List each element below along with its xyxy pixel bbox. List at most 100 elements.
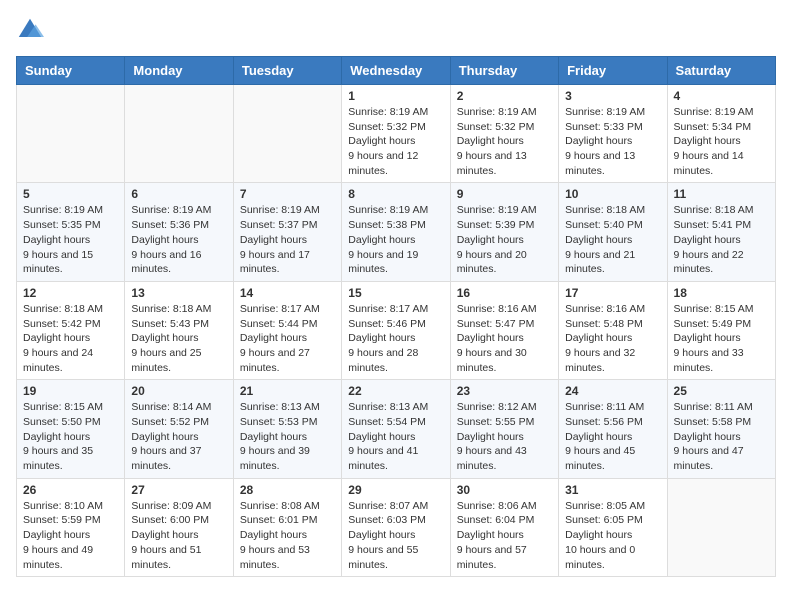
- day-cell: 6 Sunrise: 8:19 AMSunset: 5:36 PMDaylight…: [125, 183, 233, 281]
- logo-icon: [16, 16, 44, 44]
- week-row-4: 19 Sunrise: 8:15 AMSunset: 5:50 PMDayligh…: [17, 380, 776, 478]
- day-number: 18: [674, 286, 769, 300]
- logo: [16, 16, 48, 44]
- day-info: Sunrise: 8:19 AMSunset: 5:39 PMDaylight …: [457, 203, 552, 276]
- day-info: Sunrise: 8:17 AMSunset: 5:44 PMDaylight …: [240, 302, 335, 375]
- day-header-friday: Friday: [559, 57, 667, 85]
- day-info: Sunrise: 8:11 AMSunset: 5:58 PMDaylight …: [674, 400, 769, 473]
- day-info: Sunrise: 8:19 AMSunset: 5:32 PMDaylight …: [348, 105, 443, 178]
- day-header-monday: Monday: [125, 57, 233, 85]
- day-info: Sunrise: 8:09 AMSunset: 6:00 PMDaylight …: [131, 499, 226, 572]
- day-info: Sunrise: 8:15 AMSunset: 5:50 PMDaylight …: [23, 400, 118, 473]
- week-row-2: 5 Sunrise: 8:19 AMSunset: 5:35 PMDaylight…: [17, 183, 776, 281]
- day-number: 11: [674, 187, 769, 201]
- day-number: 22: [348, 384, 443, 398]
- day-number: 9: [457, 187, 552, 201]
- page-header: [16, 16, 776, 44]
- day-number: 15: [348, 286, 443, 300]
- day-info: Sunrise: 8:13 AMSunset: 5:53 PMDaylight …: [240, 400, 335, 473]
- day-info: Sunrise: 8:19 AMSunset: 5:34 PMDaylight …: [674, 105, 769, 178]
- day-cell: 20Sunrise: 8:14 AMSunset: 5:52 PMDayligh…: [125, 380, 233, 478]
- day-number: 24: [565, 384, 660, 398]
- day-cell: 27 Sunrise: 8:09 AMSunset: 6:00 PMDayligh…: [125, 478, 233, 576]
- day-info: Sunrise: 8:17 AMSunset: 5:46 PMDaylight …: [348, 302, 443, 375]
- day-number: 12: [23, 286, 118, 300]
- day-number: 31: [565, 483, 660, 497]
- day-number: 21: [240, 384, 335, 398]
- day-cell: 21 Sunrise: 8:13 AMSunset: 5:53 PMDayligh…: [233, 380, 341, 478]
- day-cell: 17 Sunrise: 8:16 AMSunset: 5:48 PMDayligh…: [559, 281, 667, 379]
- day-number: 7: [240, 187, 335, 201]
- day-number: 27: [131, 483, 226, 497]
- day-number: 8: [348, 187, 443, 201]
- day-info: Sunrise: 8:19 AMSunset: 5:36 PMDaylight …: [131, 203, 226, 276]
- day-cell: 8 Sunrise: 8:19 AMSunset: 5:38 PMDaylight…: [342, 183, 450, 281]
- day-cell: 22 Sunrise: 8:13 AMSunset: 5:54 PMDayligh…: [342, 380, 450, 478]
- day-cell: [125, 85, 233, 183]
- day-cell: 16 Sunrise: 8:16 AMSunset: 5:47 PMDayligh…: [450, 281, 558, 379]
- week-row-5: 26 Sunrise: 8:10 AMSunset: 5:59 PMDayligh…: [17, 478, 776, 576]
- day-cell: 30 Sunrise: 8:06 AMSunset: 6:04 PMDayligh…: [450, 478, 558, 576]
- day-number: 4: [674, 89, 769, 103]
- day-cell: 18Sunrise: 8:15 AMSunset: 5:49 PMDayligh…: [667, 281, 775, 379]
- day-info: Sunrise: 8:08 AMSunset: 6:01 PMDaylight …: [240, 499, 335, 572]
- day-cell: 23 Sunrise: 8:12 AMSunset: 5:55 PMDayligh…: [450, 380, 558, 478]
- day-number: 2: [457, 89, 552, 103]
- day-number: 1: [348, 89, 443, 103]
- day-cell: 1 Sunrise: 8:19 AMSunset: 5:32 PMDaylight…: [342, 85, 450, 183]
- day-cell: 5 Sunrise: 8:19 AMSunset: 5:35 PMDaylight…: [17, 183, 125, 281]
- day-header-wednesday: Wednesday: [342, 57, 450, 85]
- day-number: 25: [674, 384, 769, 398]
- day-number: 17: [565, 286, 660, 300]
- day-cell: 10Sunrise: 8:18 AMSunset: 5:40 PMDayligh…: [559, 183, 667, 281]
- day-info: Sunrise: 8:18 AMSunset: 5:42 PMDaylight …: [23, 302, 118, 375]
- day-number: 13: [131, 286, 226, 300]
- day-cell: 9 Sunrise: 8:19 AMSunset: 5:39 PMDaylight…: [450, 183, 558, 281]
- day-info: Sunrise: 8:18 AMSunset: 5:43 PMDaylight …: [131, 302, 226, 375]
- day-info: Sunrise: 8:16 AMSunset: 5:48 PMDaylight …: [565, 302, 660, 375]
- day-number: 20: [131, 384, 226, 398]
- day-cell: 12 Sunrise: 8:18 AMSunset: 5:42 PMDayligh…: [17, 281, 125, 379]
- day-number: 29: [348, 483, 443, 497]
- day-number: 16: [457, 286, 552, 300]
- day-info: Sunrise: 8:07 AMSunset: 6:03 PMDaylight …: [348, 499, 443, 572]
- day-info: Sunrise: 8:16 AMSunset: 5:47 PMDaylight …: [457, 302, 552, 375]
- day-cell: 25 Sunrise: 8:11 AMSunset: 5:58 PMDayligh…: [667, 380, 775, 478]
- day-info: Sunrise: 8:10 AMSunset: 5:59 PMDaylight …: [23, 499, 118, 572]
- day-number: 28: [240, 483, 335, 497]
- day-info: Sunrise: 8:19 AMSunset: 5:32 PMDaylight …: [457, 105, 552, 178]
- day-cell: [233, 85, 341, 183]
- day-info: Sunrise: 8:19 AMSunset: 5:33 PMDaylight …: [565, 105, 660, 178]
- day-header-thursday: Thursday: [450, 57, 558, 85]
- day-cell: 3 Sunrise: 8:19 AMSunset: 5:33 PMDaylight…: [559, 85, 667, 183]
- day-cell: 26 Sunrise: 8:10 AMSunset: 5:59 PMDayligh…: [17, 478, 125, 576]
- day-info: Sunrise: 8:18 AMSunset: 5:40 PMDaylight …: [565, 203, 660, 276]
- day-number: 3: [565, 89, 660, 103]
- day-number: 6: [131, 187, 226, 201]
- day-cell: 7 Sunrise: 8:19 AMSunset: 5:37 PMDaylight…: [233, 183, 341, 281]
- day-cell: 13 Sunrise: 8:18 AMSunset: 5:43 PMDayligh…: [125, 281, 233, 379]
- day-cell: 29 Sunrise: 8:07 AMSunset: 6:03 PMDayligh…: [342, 478, 450, 576]
- day-info: Sunrise: 8:13 AMSunset: 5:54 PMDaylight …: [348, 400, 443, 473]
- week-row-1: 1 Sunrise: 8:19 AMSunset: 5:32 PMDaylight…: [17, 85, 776, 183]
- day-info: Sunrise: 8:19 AMSunset: 5:35 PMDaylight …: [23, 203, 118, 276]
- day-number: 5: [23, 187, 118, 201]
- day-cell: 28 Sunrise: 8:08 AMSunset: 6:01 PMDayligh…: [233, 478, 341, 576]
- day-number: 14: [240, 286, 335, 300]
- day-number: 30: [457, 483, 552, 497]
- day-cell: [17, 85, 125, 183]
- day-info: Sunrise: 8:18 AMSunset: 5:41 PMDaylight …: [674, 203, 769, 276]
- day-number: 23: [457, 384, 552, 398]
- day-info: Sunrise: 8:12 AMSunset: 5:55 PMDaylight …: [457, 400, 552, 473]
- day-cell: 24Sunrise: 8:11 AMSunset: 5:56 PMDayligh…: [559, 380, 667, 478]
- day-cell: [667, 478, 775, 576]
- day-cell: 4 Sunrise: 8:19 AMSunset: 5:34 PMDaylight…: [667, 85, 775, 183]
- calendar-header-row: SundayMondayTuesdayWednesdayThursdayFrid…: [17, 57, 776, 85]
- day-cell: 31Sunrise: 8:05 AMSunset: 6:05 PMDayligh…: [559, 478, 667, 576]
- day-info: Sunrise: 8:19 AMSunset: 5:37 PMDaylight …: [240, 203, 335, 276]
- day-info: Sunrise: 8:19 AMSunset: 5:38 PMDaylight …: [348, 203, 443, 276]
- day-number: 19: [23, 384, 118, 398]
- day-info: Sunrise: 8:06 AMSunset: 6:04 PMDaylight …: [457, 499, 552, 572]
- day-number: 26: [23, 483, 118, 497]
- day-header-saturday: Saturday: [667, 57, 775, 85]
